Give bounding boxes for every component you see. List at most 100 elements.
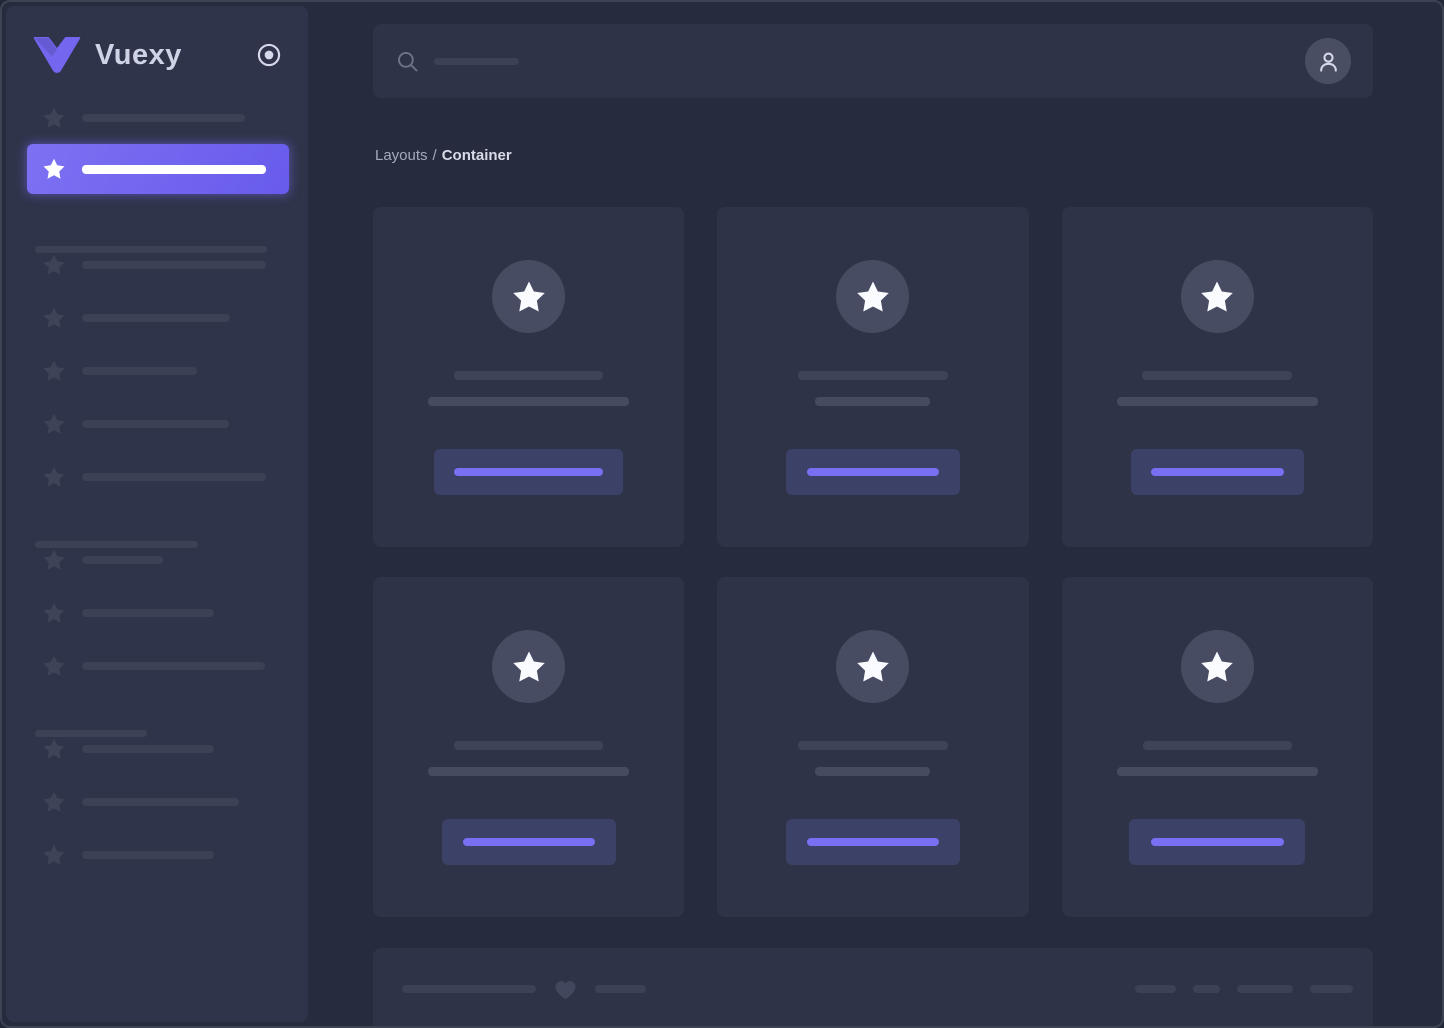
skeleton-bar [82, 420, 229, 428]
card-avatar-circle [836, 630, 910, 703]
card-title-bar [797, 741, 948, 750]
card-avatar-circle [492, 260, 566, 333]
sidebar-section [6, 730, 308, 867]
card-avatar-circle [1180, 630, 1254, 703]
card-title-bar [1142, 741, 1292, 750]
footer-links [1135, 985, 1353, 993]
card-avatar-circle [836, 260, 910, 333]
breadcrumb-current: Container [441, 147, 512, 164]
star-icon [42, 412, 66, 436]
card-avatar-circle [1180, 260, 1254, 333]
star-icon [42, 654, 66, 678]
sidebar-item[interactable] [42, 790, 308, 814]
footer-text-bar [595, 985, 646, 993]
sidebar-item[interactable] [42, 306, 308, 330]
skeleton-bar [82, 261, 266, 269]
button-label-bar [454, 468, 604, 476]
sidebar-item[interactable] [42, 465, 308, 489]
skeleton-bar [82, 556, 163, 564]
button-label-bar [806, 468, 939, 476]
star-icon [42, 548, 66, 572]
sidebar-item[interactable] [42, 601, 308, 625]
card [373, 577, 685, 917]
user-avatar[interactable] [1305, 38, 1351, 84]
star-icon [42, 465, 66, 489]
card [717, 577, 1029, 917]
skeleton-bar [82, 473, 266, 481]
card-title-bar [454, 741, 604, 750]
search-bar[interactable] [373, 24, 1373, 98]
main-area: Layouts / Container [308, 6, 1438, 1026]
star-icon [1199, 649, 1235, 685]
star-icon [855, 279, 891, 315]
breadcrumb-parent[interactable]: Layouts [375, 147, 428, 164]
footer-link-bar[interactable] [1237, 985, 1293, 993]
sidebar-item-active[interactable] [27, 144, 289, 194]
button-label-bar [1150, 468, 1284, 476]
card-subtitle-bar [1116, 397, 1318, 406]
person-icon [1316, 49, 1341, 74]
sidebar-item[interactable] [42, 412, 308, 436]
footer-link-bar[interactable] [1310, 985, 1353, 993]
search-placeholder-bar [434, 57, 519, 65]
sidebar-item[interactable] [42, 843, 308, 867]
card [373, 207, 685, 547]
sidebar-item[interactable] [42, 737, 308, 761]
footer-panel [373, 948, 1373, 1026]
sidebar-item[interactable] [42, 359, 308, 383]
breadcrumb: Layouts / Container [375, 147, 1373, 164]
star-icon [42, 601, 66, 625]
card-button[interactable] [441, 819, 616, 865]
star-icon [42, 843, 66, 867]
skeleton-bar [82, 798, 239, 806]
menu-collapse-toggle-icon[interactable] [256, 42, 282, 68]
sidebar-item[interactable] [42, 654, 308, 678]
card-button[interactable] [434, 449, 624, 495]
heart-icon [553, 977, 578, 1002]
search-icon [396, 50, 419, 73]
skeleton-bar [82, 114, 245, 122]
skeleton-bar [82, 164, 266, 174]
star-icon [42, 359, 66, 383]
card-subtitle-bar [815, 767, 931, 776]
breadcrumb-separator: / [432, 147, 437, 164]
star-icon [855, 649, 891, 685]
card [1061, 577, 1373, 917]
section-header-bar [35, 246, 267, 253]
star-icon [42, 253, 66, 277]
sidebar-item[interactable] [42, 106, 308, 130]
sidebar-nav [6, 74, 308, 867]
skeleton-bar [82, 851, 214, 859]
skeleton-bar [82, 745, 214, 753]
card-button[interactable] [1129, 819, 1306, 865]
sidebar-item[interactable] [42, 548, 308, 572]
star-icon [42, 306, 66, 330]
card [1061, 207, 1373, 547]
card-grid [373, 207, 1373, 917]
sidebar-header: Vuexy [6, 6, 308, 74]
section-header-bar [35, 730, 147, 737]
content-container: Layouts / Container [373, 6, 1373, 1026]
button-label-bar [806, 838, 939, 846]
card-subtitle-bar [1116, 767, 1318, 776]
card-button[interactable] [1130, 449, 1304, 495]
section-header-bar [35, 541, 198, 548]
skeleton-bar [82, 314, 230, 322]
star-icon [511, 649, 547, 685]
star-icon [1199, 279, 1235, 315]
card-title-bar [1142, 371, 1293, 380]
sidebar-item[interactable] [42, 253, 308, 277]
footer-link-bar[interactable] [1193, 985, 1220, 993]
card-avatar-circle [492, 630, 566, 703]
card-button[interactable] [785, 819, 960, 865]
card-title-bar [797, 371, 948, 380]
card-subtitle-bar [428, 767, 630, 776]
star-icon [42, 157, 66, 181]
vuexy-logo-icon [32, 36, 82, 74]
card-button[interactable] [785, 449, 960, 495]
logo-text: Vuexy [95, 38, 182, 71]
star-icon [42, 737, 66, 761]
footer-link-bar[interactable] [1135, 985, 1176, 993]
app-frame: Vuexy Layouts / Container [0, 0, 1444, 1028]
sidebar-section [6, 541, 308, 678]
